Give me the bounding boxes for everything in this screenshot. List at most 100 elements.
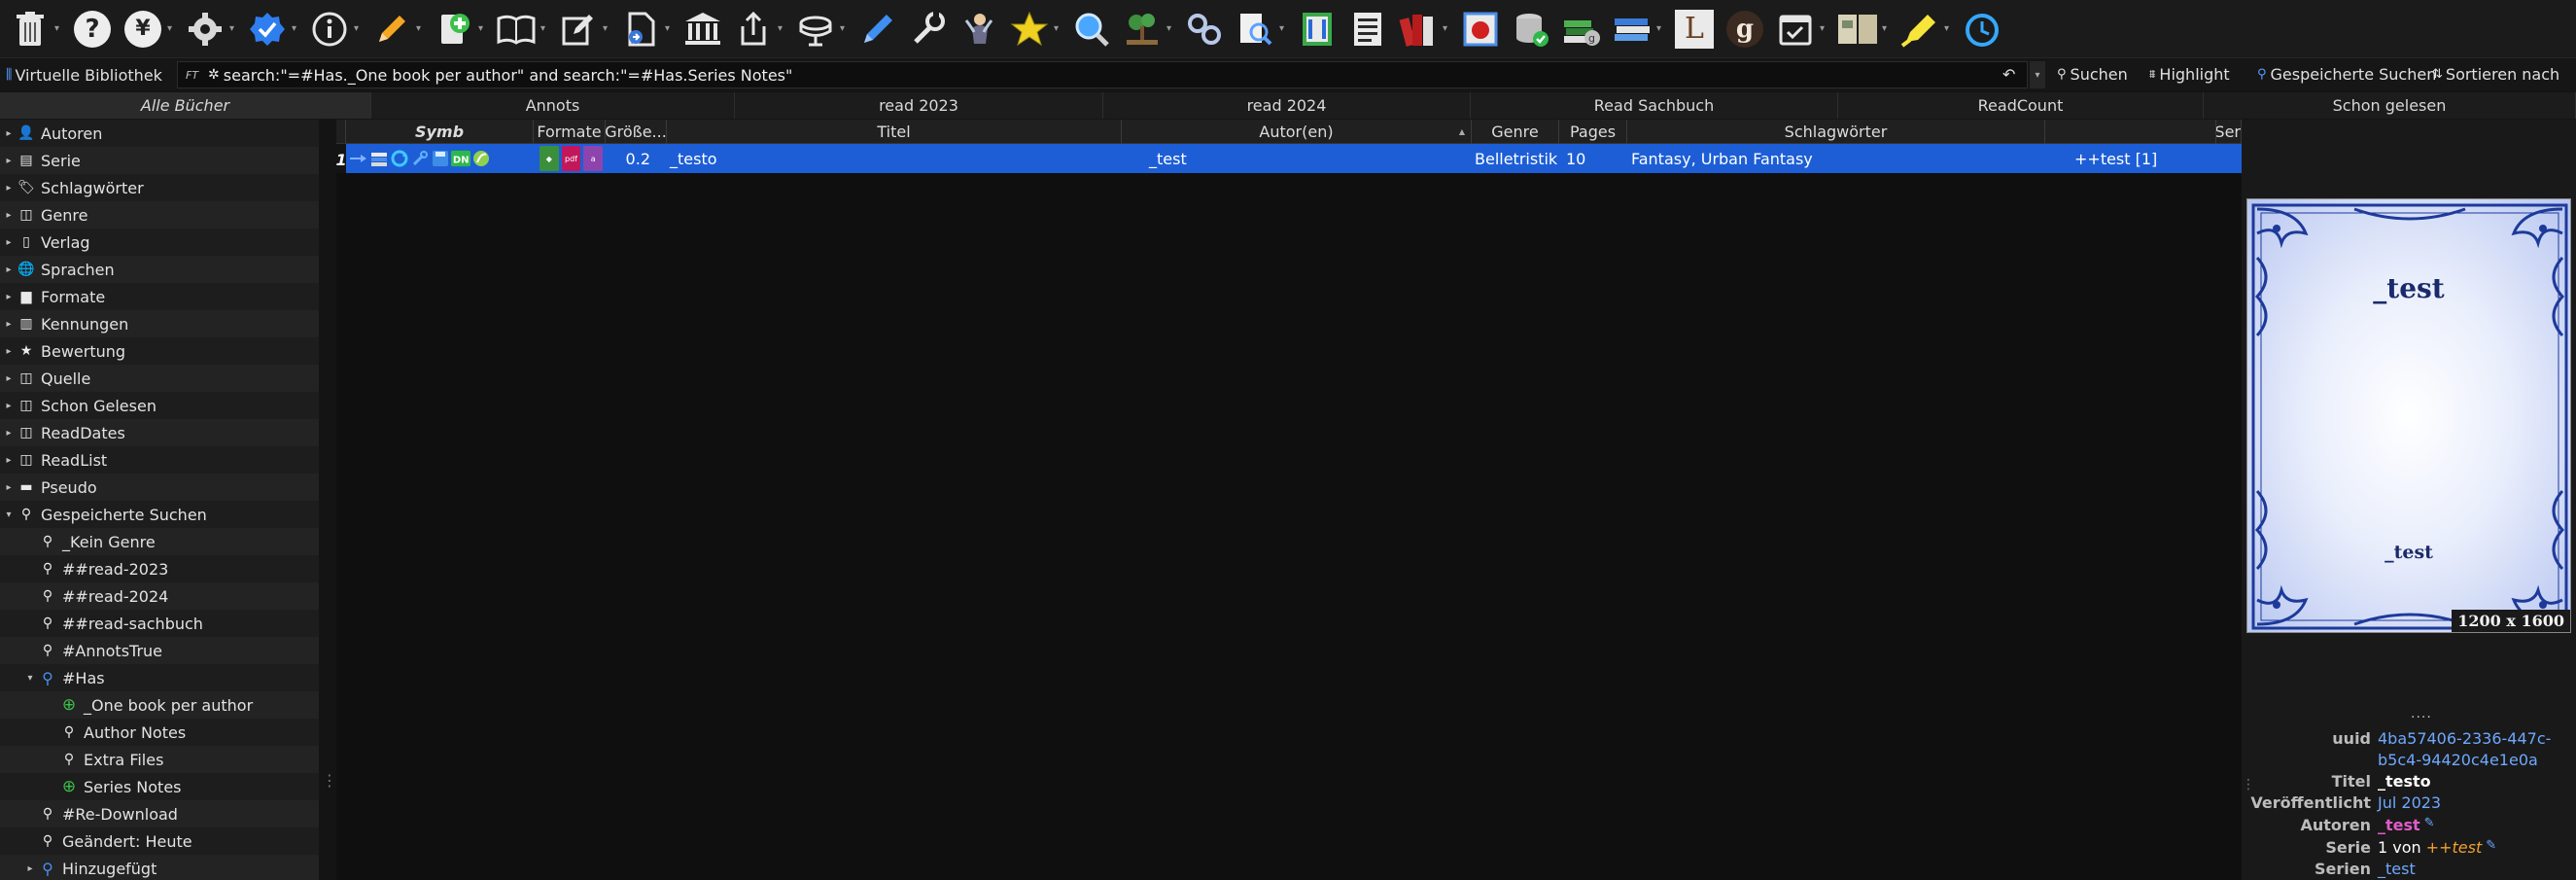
dropdown-caret-icon[interactable]: ▾ bbox=[603, 23, 612, 34]
tag-browser-item[interactable]: ▸ ▆ Formate bbox=[0, 283, 319, 310]
dropdown-caret-icon[interactable]: ▾ bbox=[229, 23, 239, 34]
collapsed-arrow-icon[interactable]: ▸ bbox=[2, 401, 16, 411]
tag-browser-item[interactable]: ▸ ◫ ReadList bbox=[0, 446, 319, 474]
virtual-library-button[interactable]: ⫼ Virtuelle Bibliothek bbox=[0, 66, 177, 85]
collapsed-arrow-icon[interactable]: ▸ bbox=[2, 128, 16, 139]
database-toolbar-button[interactable] bbox=[1509, 5, 1553, 53]
tag-browser-item[interactable]: ⚲ Author Notes bbox=[0, 719, 319, 746]
search-input[interactable]: FT ✲ search:"=#Has._One book per author"… bbox=[177, 61, 2028, 88]
add-book-toolbar-button[interactable]: ▾ bbox=[432, 5, 488, 53]
tag-browser-item[interactable]: ▸ 🏷 Schlagwörter bbox=[0, 174, 319, 201]
tab-read-sachbuch[interactable]: Read Sachbuch bbox=[1471, 92, 1838, 119]
dropdown-caret-icon[interactable]: ▾ bbox=[1656, 23, 1666, 34]
tag-browser-item[interactable]: ▸ ▬ Pseudo bbox=[0, 474, 319, 501]
dropdown-caret-icon[interactable]: ▾ bbox=[1279, 23, 1289, 34]
column-header-titel[interactable]: Titel bbox=[667, 120, 1122, 144]
tab-alle-buecher[interactable]: Alle Bücher bbox=[0, 92, 371, 119]
table-row[interactable]: DN ◆ pdf a 0.2 _testo _test Belletristik… bbox=[336, 144, 2242, 173]
search-back-icon[interactable]: ↶ bbox=[2002, 65, 2015, 84]
collapsed-arrow-icon[interactable]: ▸ bbox=[2, 210, 16, 221]
link-toolbar-button[interactable] bbox=[1182, 5, 1227, 53]
edit-square-toolbar-button[interactable]: ▾ bbox=[556, 5, 612, 53]
tag-browser-item[interactable]: ⊕ _One book per author bbox=[0, 691, 319, 719]
book-cover[interactable]: _test _test 1200 x 1600 bbox=[2246, 198, 2571, 633]
dropdown-caret-icon[interactable]: ▾ bbox=[665, 23, 675, 34]
edit-pencil-icon[interactable]: ✎ bbox=[2424, 816, 2435, 834]
tag-browser-item[interactable]: ⚲ _Kein Genre bbox=[0, 528, 319, 555]
highlight-toggle[interactable]: ⩩ Highlight bbox=[2149, 65, 2230, 84]
tag-browser-item[interactable]: ⚲ Extra Files bbox=[0, 746, 319, 773]
tag-browser-item[interactable]: ⚲ #Re-Download bbox=[0, 800, 319, 827]
library-toolbar-button[interactable] bbox=[680, 5, 725, 53]
column-header-autoren[interactable]: Autor(en) ▲ bbox=[1122, 120, 1472, 144]
column-header-serie[interactable]: Ser bbox=[2216, 120, 2242, 144]
dropdown-caret-icon[interactable]: ▾ bbox=[1882, 23, 1892, 34]
column-header-pages[interactable]: Pages bbox=[1559, 120, 1627, 144]
collapsed-arrow-icon[interactable]: ▸ bbox=[2, 183, 16, 194]
sort-button[interactable]: ⇅ Sortieren nach bbox=[2432, 65, 2559, 84]
gear-toolbar-button[interactable]: ▾ bbox=[183, 5, 239, 53]
column-header-formate[interactable]: Formate bbox=[534, 120, 606, 144]
pen-toolbar-button[interactable] bbox=[855, 5, 900, 53]
dropdown-caret-icon[interactable]: ▾ bbox=[540, 23, 550, 34]
tag-browser-item[interactable]: ⚲ #AnnotsTrue bbox=[0, 637, 319, 664]
expanded-arrow-icon[interactable]: ▾ bbox=[2, 510, 16, 520]
uuid-value[interactable]: 4ba57406-2336-447c- bbox=[2378, 729, 2551, 748]
dropdown-caret-icon[interactable]: ▾ bbox=[354, 23, 364, 34]
tag-browser-item[interactable]: ▸ 🌐 Sprachen bbox=[0, 256, 319, 283]
tag-browser-item[interactable]: ▸ ▥ Kennungen bbox=[0, 310, 319, 337]
dropdown-caret-icon[interactable]: ▾ bbox=[1443, 23, 1452, 34]
collapsed-arrow-icon[interactable]: ▸ bbox=[2, 373, 16, 384]
series-name[interactable]: ++test bbox=[2426, 838, 2483, 857]
sidebar-splitter[interactable]: ⋮ bbox=[319, 120, 337, 880]
tag-browser-item[interactable]: ⚲ Geändert: Heute bbox=[0, 827, 319, 855]
collapsed-arrow-icon[interactable]: ▸ bbox=[2, 292, 16, 302]
list-book-toolbar-button[interactable] bbox=[1345, 5, 1390, 53]
dropdown-caret-icon[interactable]: ▾ bbox=[292, 23, 301, 34]
collapsed-arrow-icon[interactable]: ▸ bbox=[2, 319, 16, 330]
tag-browser-item[interactable]: ⊕ Series Notes bbox=[0, 773, 319, 800]
book-stack-toolbar-button[interactable]: ▾ bbox=[1610, 5, 1666, 53]
dropdown-caret-icon[interactable]: ▾ bbox=[1820, 23, 1829, 34]
tag-browser-item[interactable]: ▸ 👤 Autoren bbox=[0, 120, 319, 147]
share-toolbar-button[interactable]: ▾ bbox=[731, 5, 787, 53]
collapsed-arrow-icon[interactable]: ▸ bbox=[2, 482, 16, 493]
goodreads-books-toolbar-button[interactable]: g bbox=[1559, 5, 1604, 53]
collapsed-arrow-icon[interactable]: ▸ bbox=[2, 428, 16, 439]
letter-l-toolbar-button[interactable]: L bbox=[1672, 5, 1717, 53]
highlighter-toolbar-button[interactable]: ▾ bbox=[1897, 5, 1954, 53]
expanded-arrow-icon[interactable]: ▾ bbox=[23, 673, 37, 684]
column-header-blank[interactable] bbox=[2045, 120, 2216, 144]
photo-book-toolbar-button[interactable] bbox=[1458, 5, 1503, 53]
convert-document-toolbar-button[interactable]: ▾ bbox=[618, 5, 675, 53]
yen-toolbar-button[interactable]: ¥ ▾ bbox=[121, 5, 177, 53]
collapsed-arrow-icon[interactable]: ▸ bbox=[2, 237, 16, 248]
help-toolbar-button[interactable]: ? bbox=[70, 5, 115, 53]
collapsed-arrow-icon[interactable]: ▸ bbox=[2, 346, 16, 357]
open-book-toolbar-button[interactable]: ▾ bbox=[494, 5, 550, 53]
tab-read-2024[interactable]: read 2024 bbox=[1103, 92, 1471, 119]
clock-toolbar-button[interactable] bbox=[1960, 5, 2004, 53]
search-document-toolbar-button[interactable]: ▾ bbox=[1233, 5, 1289, 53]
tab-read-2023[interactable]: read 2023 bbox=[735, 92, 1103, 119]
tag-browser-item[interactable]: ▸ ▯ Verlag bbox=[0, 229, 319, 256]
dropdown-caret-icon[interactable]: ▾ bbox=[416, 23, 426, 34]
info-toolbar-button[interactable]: ▾ bbox=[307, 5, 364, 53]
column-header-genre[interactable]: Genre bbox=[1472, 120, 1559, 144]
panel-splitter-dots[interactable]: .... bbox=[2411, 706, 2432, 722]
trash-toolbar-button[interactable]: ▾ bbox=[8, 5, 64, 53]
tag-browser-item[interactable]: ▸ ◫ Quelle bbox=[0, 365, 319, 392]
tab-schon-gelesen[interactable]: Schon gelesen bbox=[2204, 92, 2576, 119]
tag-browser-item[interactable]: ▾ ⚲ #Has bbox=[0, 664, 319, 691]
tag-browser-item[interactable]: ⚲ ##read-sachbuch bbox=[0, 610, 319, 637]
column-book-toolbar-button[interactable] bbox=[1295, 5, 1340, 53]
star-toolbar-button[interactable]: ▾ bbox=[1007, 5, 1063, 53]
column-header-groesse[interactable]: Größe... bbox=[606, 120, 667, 144]
open-pages-toolbar-button[interactable]: ▾ bbox=[1835, 5, 1892, 53]
tag-browser-item[interactable]: ▸ ⚲ Hinzugefügt bbox=[0, 855, 319, 880]
fairy-toolbar-button[interactable] bbox=[957, 5, 1001, 53]
search-history-dropdown[interactable]: ▾ bbox=[2030, 61, 2045, 88]
dropdown-caret-icon[interactable]: ▾ bbox=[478, 23, 488, 34]
published-value[interactable]: Jul 2023 bbox=[2378, 793, 2441, 812]
authors-value[interactable]: _test bbox=[2378, 816, 2420, 834]
